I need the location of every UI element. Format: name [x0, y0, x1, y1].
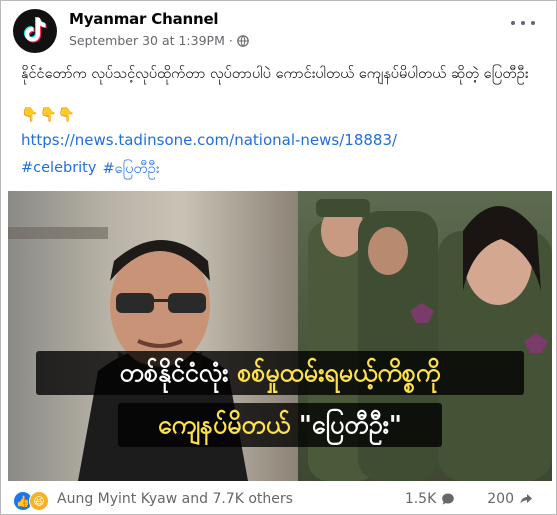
comment-bubble-icon: [442, 493, 455, 505]
reaction-bar: 👍 😆 Aung Myint Kyaw and 7.7K others 1.5K…: [13, 490, 545, 512]
meta-separator: ·: [228, 33, 233, 48]
shares-count[interactable]: 200: [487, 491, 514, 507]
globe-icon: [237, 34, 249, 47]
post-meta: September 30 at 1:39PM ·: [69, 33, 249, 48]
pointing-down-icon: 👇: [39, 107, 57, 123]
dot: [531, 21, 535, 25]
page-avatar[interactable]: [13, 9, 57, 53]
dot: [511, 21, 515, 25]
pointing-down-icon: 👇: [57, 107, 76, 123]
haha-reaction-icon: 😆: [29, 491, 49, 511]
comments-count[interactable]: 1.5K: [405, 491, 436, 507]
caption-text: တစ်နိုင်ငံလုံး: [119, 358, 238, 387]
tiktok-logo-icon: [24, 17, 47, 43]
post-image[interactable]: တစ်နိုင်ငံလုံး စစ်မှုထမ်းရမယ့်ကိစ္စကို က…: [8, 191, 552, 481]
hashtag-celebrity[interactable]: #celebrity: [21, 160, 96, 181]
image-caption-line-1: တစ်နိုင်ငံလုံး စစ်မှုထမ်းရမယ့်ကိစ္စကို: [8, 357, 552, 394]
pointing-down-icon: 👇: [21, 107, 39, 123]
post-timestamp[interactable]: September 30 at 1:39PM: [69, 33, 225, 48]
caption-text: "ပြေတီဦး": [298, 410, 402, 439]
emoji-row: 👇 👇 👇: [21, 107, 75, 123]
hashtag-pyae-ti-oo[interactable]: #ပြေတီဦး: [102, 160, 159, 181]
caption-highlight: စစ်မှုထမ်းရမယ့်ကိစ္စကို: [237, 358, 441, 387]
reactions-summary[interactable]: Aung Myint Kyaw and 7.7K others: [57, 491, 293, 507]
image-caption-line-2: ကျေနပ်မိတယ် "ပြေတီဦး": [8, 409, 552, 446]
post-card: Myanmar Channel September 30 at 1:39PM ·…: [0, 0, 557, 515]
article-link[interactable]: https://news.tadinsone.com/national-news…: [21, 131, 397, 149]
caption-highlight: ကျေနပ်မိတယ်: [158, 410, 299, 439]
dot: [521, 21, 525, 25]
post-header: Myanmar Channel September 30 at 1:39PM ·: [13, 9, 543, 55]
more-dots-icon[interactable]: [511, 15, 535, 31]
hashtags: #celebrity #ပြေတီဦး: [21, 160, 159, 181]
engagement-counts: 1.5K 200: [405, 491, 533, 507]
post-body-text: နိုင်ငံတော်က လုပ်သင့်လုပ်ထိုက်တာ လုပ်တာပ…: [21, 66, 529, 82]
page-name[interactable]: Myanmar Channel: [69, 10, 219, 28]
share-arrow-icon: [520, 494, 532, 504]
reaction-icons[interactable]: 👍 😆: [13, 491, 49, 511]
